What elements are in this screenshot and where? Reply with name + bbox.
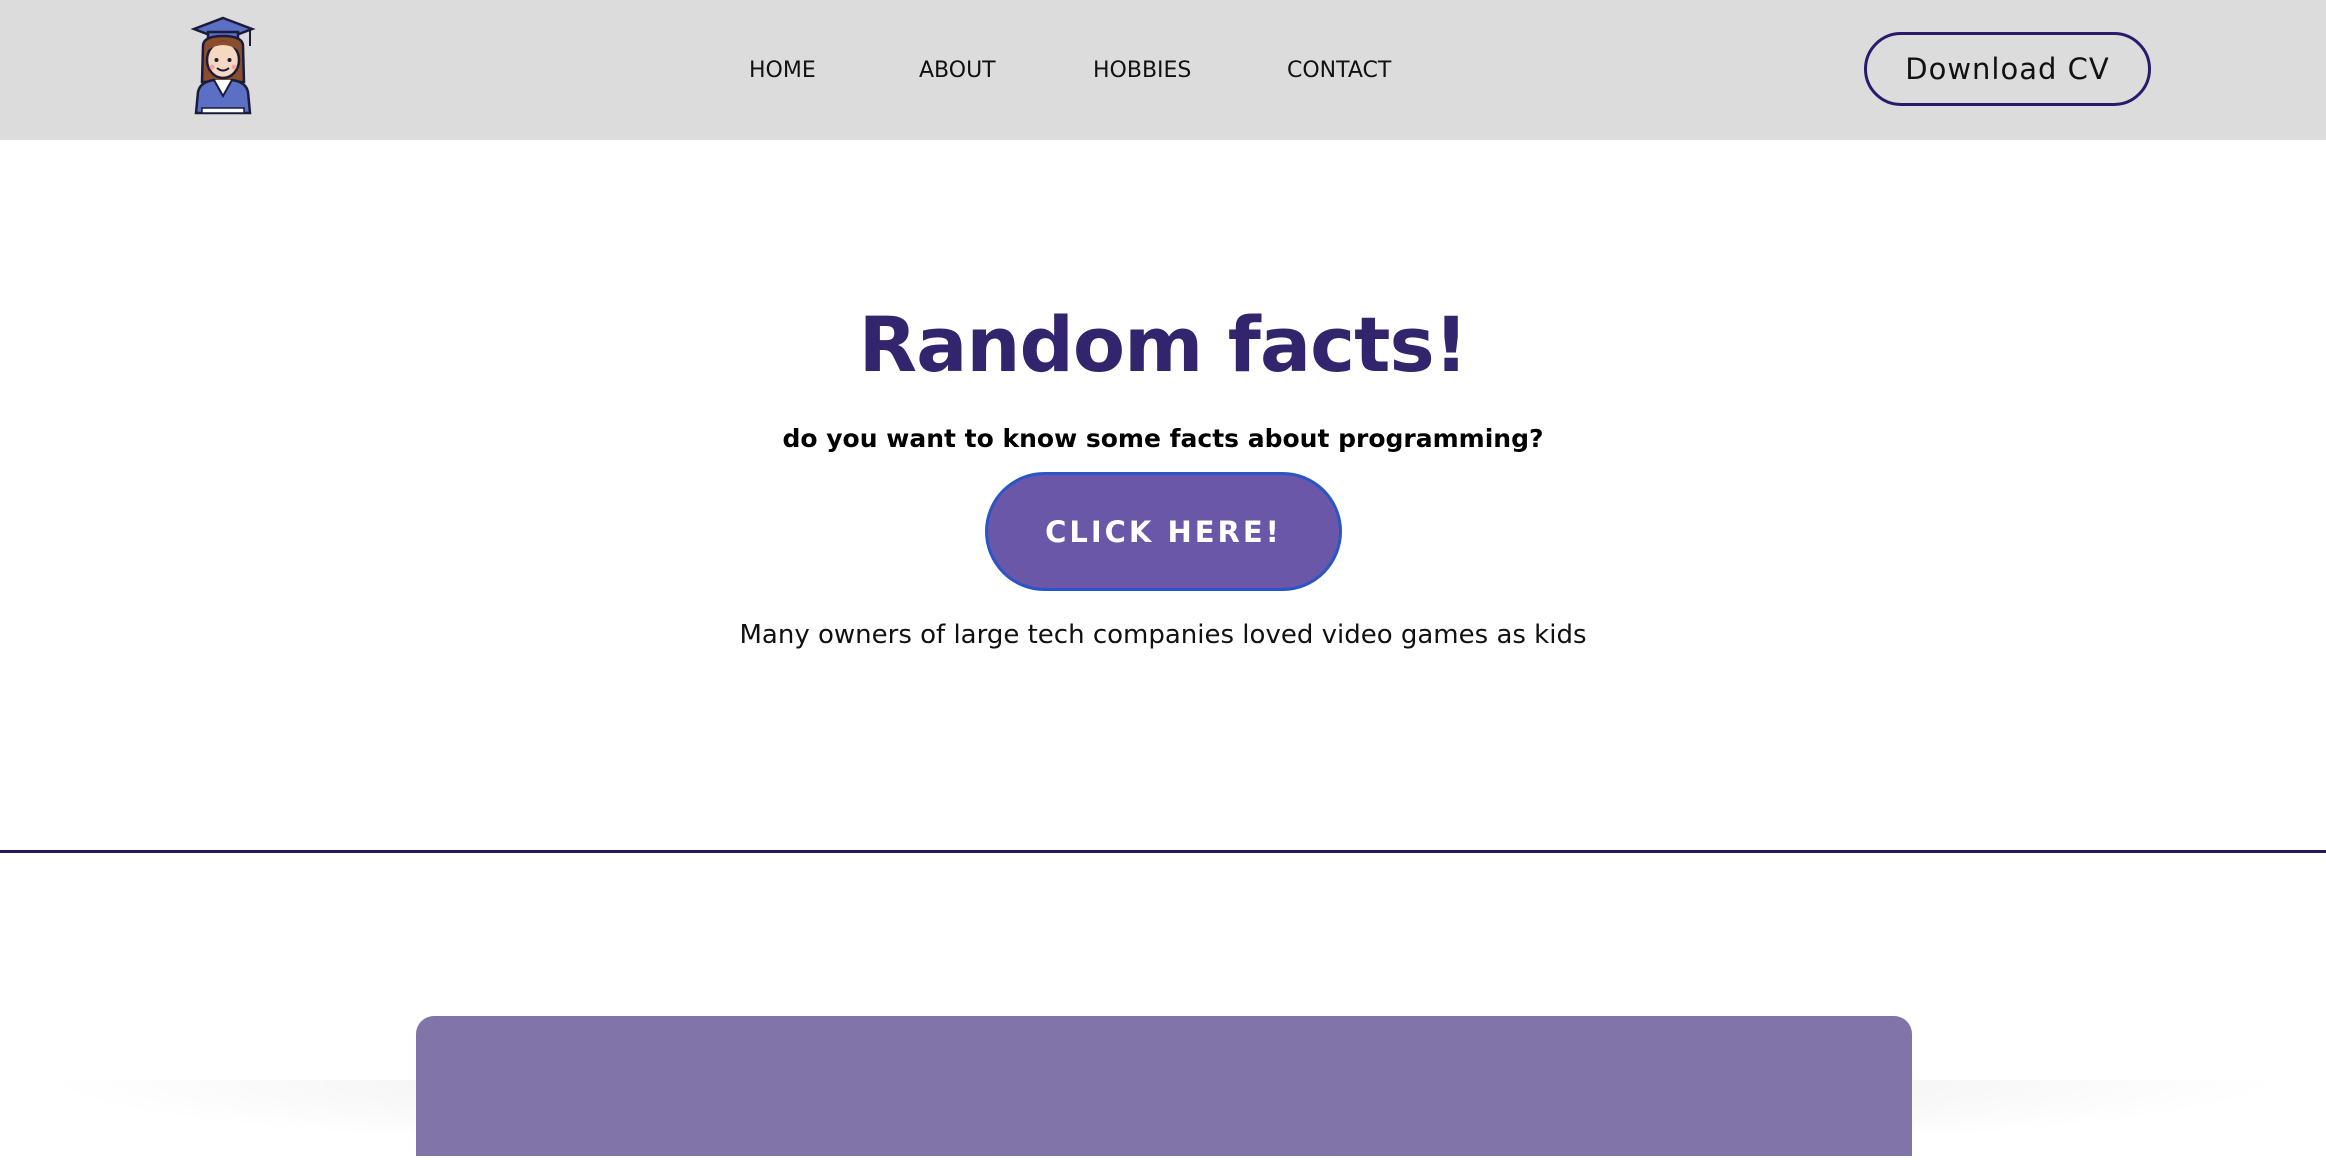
random-fact-button[interactable]: CLICK HERE! [985,472,1342,591]
fact-text: Many owners of large tech companies love… [739,620,1587,650]
graduate-avatar-icon[interactable] [188,16,258,116]
nav-hobbies-link[interactable]: HOBBIES [1093,58,1191,83]
page-title: Random facts! [858,300,1469,389]
content-card [416,1016,1912,1156]
site-header: HOME ABOUT HOBBIES CONTACT Download CV [0,0,2326,140]
nav-about-link[interactable]: ABOUT [919,58,996,83]
nav-home-link[interactable]: HOME [749,58,816,83]
nav-contact-link[interactable]: CONTACT [1287,58,1391,83]
download-cv-button[interactable]: Download CV [1864,32,2151,106]
facts-subtitle: do you want to know some facts about pro… [782,424,1544,453]
section-divider [0,850,2326,853]
